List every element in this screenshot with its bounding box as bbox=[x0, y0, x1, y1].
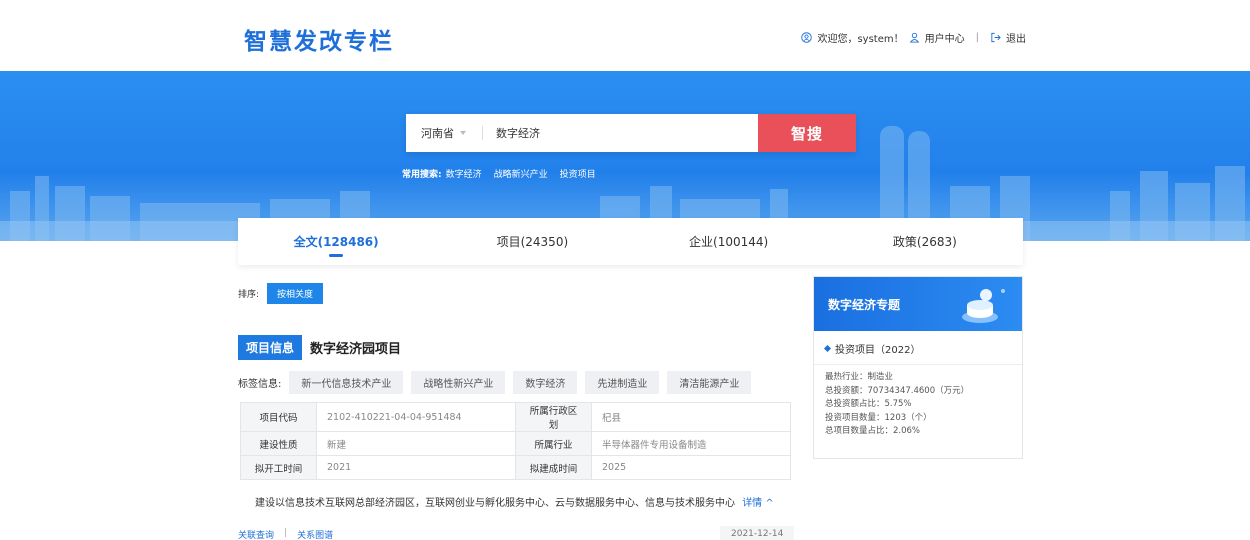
tab-fulltext[interactable]: 全文(128486) bbox=[238, 218, 434, 265]
sort-label: 排序: bbox=[238, 290, 260, 300]
label-chip[interactable]: 战略性新兴产业 bbox=[411, 371, 506, 394]
logout-link[interactable]: 退出 bbox=[1006, 30, 1026, 45]
result-title: 项目信息 数字经济园项目 bbox=[238, 335, 401, 360]
hero-banner bbox=[0, 71, 1250, 241]
tab-projects[interactable]: 项目(24350) bbox=[434, 218, 630, 265]
tab-policies[interactable]: 政策(2683) bbox=[827, 218, 1023, 265]
category-badge: 项目信息 bbox=[238, 335, 303, 360]
stat-line: 投资项目数量：1203（个） bbox=[825, 412, 932, 423]
table-row: 项目代码 2102-410221-04-04-951484 所属行政区划 杞县 bbox=[240, 402, 791, 432]
related-query-link[interactable]: 关联查询 bbox=[238, 528, 274, 540]
project-info-table: 项目代码 2102-410221-04-04-951484 所属行政区划 杞县 … bbox=[240, 402, 791, 480]
topic-subtitle-text: 投资项目（2022） bbox=[835, 345, 921, 356]
field-value: 2021 bbox=[316, 455, 516, 480]
label-chip[interactable]: 清洁能源产业 bbox=[667, 371, 752, 394]
topic-title: 数字经济专题 bbox=[828, 298, 901, 312]
sort-bar: 排序: 按相关度 bbox=[238, 283, 324, 304]
search-button[interactable]: 智搜 bbox=[758, 114, 856, 152]
divider: | bbox=[284, 528, 288, 538]
divider: | bbox=[975, 32, 979, 43]
topic-subtitle[interactable]: 投资项目（2022） bbox=[814, 331, 1022, 356]
diamond-bullet-icon bbox=[823, 344, 832, 353]
search-input[interactable] bbox=[483, 114, 758, 152]
field-value: 2025 bbox=[591, 455, 791, 480]
field-label: 拟建成时间 bbox=[515, 455, 592, 480]
province-select[interactable]: 河南省 bbox=[406, 125, 482, 141]
stat-line: 最热行业：制造业 bbox=[825, 372, 894, 382]
chevron-down-icon bbox=[460, 131, 466, 135]
user-icon bbox=[909, 32, 919, 43]
topic-header[interactable]: 数字经济专题 bbox=[814, 277, 1022, 331]
site-logo[interactable]: 智慧发改专栏 bbox=[244, 22, 394, 56]
tab-companies[interactable]: 企业(100144) bbox=[631, 218, 827, 265]
common-search-link[interactable]: 战略新兴产业 bbox=[494, 167, 548, 180]
sort-relevance-button[interactable]: 按相关度 bbox=[267, 283, 324, 304]
topic-panel: 数字经济专题 投资项目（2022） 最热行业：制造业 总投资额：70734347… bbox=[813, 276, 1023, 459]
labels-title: 标签信息: bbox=[238, 379, 282, 390]
field-label: 所属行业 bbox=[515, 431, 592, 456]
field-label: 拟开工时间 bbox=[240, 455, 317, 480]
user-circle-icon bbox=[801, 32, 813, 43]
user-center-link[interactable]: 用户中心 bbox=[925, 30, 965, 45]
result-links: 关联查询 | 关系图谱 bbox=[238, 528, 333, 540]
result-tabs: 全文(128486) 项目(24350) 企业(100144) 政策(2683) bbox=[238, 218, 1023, 265]
field-label: 项目代码 bbox=[240, 402, 317, 432]
label-list: 标签信息: 新一代信息技术产业 战略性新兴产业 数字经济 先进制造业 清洁能源产… bbox=[238, 371, 752, 394]
city-skyline-image bbox=[0, 71, 1250, 241]
label-chip[interactable]: 新一代信息技术产业 bbox=[289, 371, 404, 394]
project-name[interactable]: 数字经济园项目 bbox=[310, 338, 401, 357]
field-value: 新建 bbox=[316, 431, 516, 456]
field-value: 2102-410221-04-04-951484 bbox=[316, 402, 516, 432]
welcome-text: 欢迎您，system！ bbox=[817, 34, 904, 45]
search-box: 河南省 智搜 bbox=[406, 114, 856, 152]
field-value: 半导体器件专用设备制造 bbox=[591, 431, 791, 456]
common-search-link[interactable]: 数字经济 bbox=[446, 167, 482, 180]
topic-stats: 最热行业：制造业 总投资额：70734347.4600（万元） 总投资额占比：5… bbox=[814, 365, 1022, 439]
table-row: 建设性质 新建 所属行业 半导体器件专用设备制造 bbox=[240, 431, 791, 456]
project-description: 建设以信息技术互联网总部经济园区，互联网创业与孵化服务中心、云与数据服务中心、信… bbox=[255, 494, 774, 509]
province-value: 河南省 bbox=[421, 127, 454, 140]
label-chip[interactable]: 先进制造业 bbox=[585, 371, 660, 394]
relation-graph-link[interactable]: 关系图谱 bbox=[297, 528, 333, 540]
common-search-link[interactable]: 投资项目 bbox=[560, 167, 596, 180]
field-value: 杞县 bbox=[591, 402, 791, 432]
result-date: 2021-12-14 bbox=[720, 526, 795, 540]
label-chip[interactable]: 数字经济 bbox=[513, 371, 578, 394]
table-row: 拟开工时间 2021 拟建成时间 2025 bbox=[240, 455, 791, 480]
field-label: 所属行政区划 bbox=[515, 402, 592, 432]
common-searches-label: 常用搜索: bbox=[402, 170, 442, 180]
stat-line: 总项目数量占比：2.06% bbox=[825, 426, 921, 436]
logout-icon bbox=[991, 32, 1001, 43]
description-text: 建设以信息技术互联网总部经济园区，互联网创业与孵化服务中心、云与数据服务中心、信… bbox=[255, 498, 735, 509]
stat-line: 总投资额占比：5.75% bbox=[825, 399, 912, 409]
stat-line: 总投资额：70734347.4600（万元） bbox=[825, 385, 970, 396]
digital-economy-icon bbox=[962, 289, 1005, 323]
user-bar: 欢迎您，system！ 用户中心 | 退出 bbox=[801, 30, 1026, 45]
page: 智慧发改专栏 欢迎您，system！ 用户中心 | 退出 河南省 数字经济 智搜… bbox=[0, 0, 1250, 540]
field-label: 建设性质 bbox=[240, 431, 317, 456]
details-toggle[interactable]: 详情 ^ bbox=[742, 498, 774, 509]
common-searches: 常用搜索: 数字经济 战略新兴产业 投资项目 bbox=[402, 167, 596, 180]
